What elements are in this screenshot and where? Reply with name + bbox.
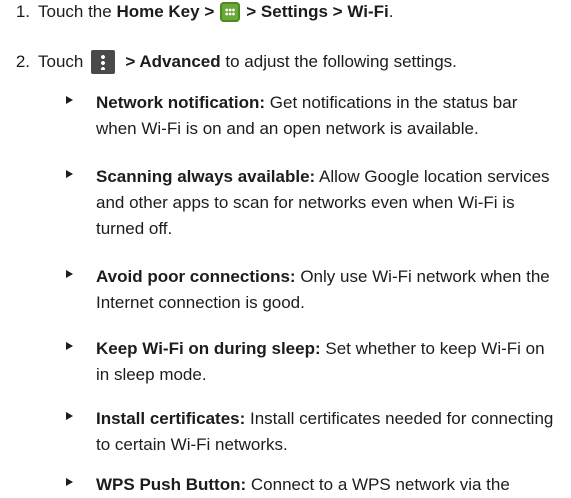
list-item: Keep Wi-Fi on during sleep: Set whether …: [66, 336, 556, 388]
bullet-arrow-icon: [66, 342, 73, 350]
list-item-text: Install certificates: Install certificat…: [96, 409, 554, 454]
step-1: 1. Touch the Home Key > > Settings > Wi-…: [0, 2, 393, 22]
step-2-rest: > Advanced to adjust the following setti…: [125, 52, 457, 71]
step-number: 1.: [15, 2, 30, 21]
list-item-text: Keep Wi-Fi on during sleep: Set whether …: [96, 339, 545, 384]
bullet-arrow-icon: [66, 96, 73, 104]
list-item-text: Scanning always available: Allow Google …: [96, 167, 550, 238]
bullet-arrow-icon: [66, 270, 73, 278]
list-item: Network notification: Get notifications …: [66, 90, 556, 142]
list-item-text: WPS Push Button: Connect to a WPS networ…: [96, 475, 510, 494]
bullet-arrow-icon: [66, 170, 73, 178]
bullet-arrow-icon: [66, 478, 73, 486]
list-item-text: Network notification: Get notifications …: [96, 93, 518, 138]
step-1-path: > Settings > Wi-Fi.: [246, 2, 394, 21]
apps-grid-icon: [220, 2, 241, 22]
list-item: WPS Push Button: Connect to a WPS networ…: [66, 472, 556, 498]
step-2-text: Touch: [38, 52, 84, 71]
bullet-arrow-icon: [66, 412, 73, 420]
list-item-text: Avoid poor connections: Only use Wi-Fi n…: [96, 267, 550, 312]
list-item: Install certificates: Install certificat…: [66, 406, 556, 458]
list-item: Scanning always available: Allow Google …: [66, 164, 556, 242]
step-1-text: Touch the Home Key >: [38, 2, 215, 21]
step-2: 2. Touch > Advanced to adjust the follow…: [0, 50, 457, 74]
step-number: 2.: [15, 52, 30, 71]
list-item: Avoid poor connections: Only use Wi-Fi n…: [66, 264, 556, 316]
overflow-menu-icon: [91, 50, 116, 74]
